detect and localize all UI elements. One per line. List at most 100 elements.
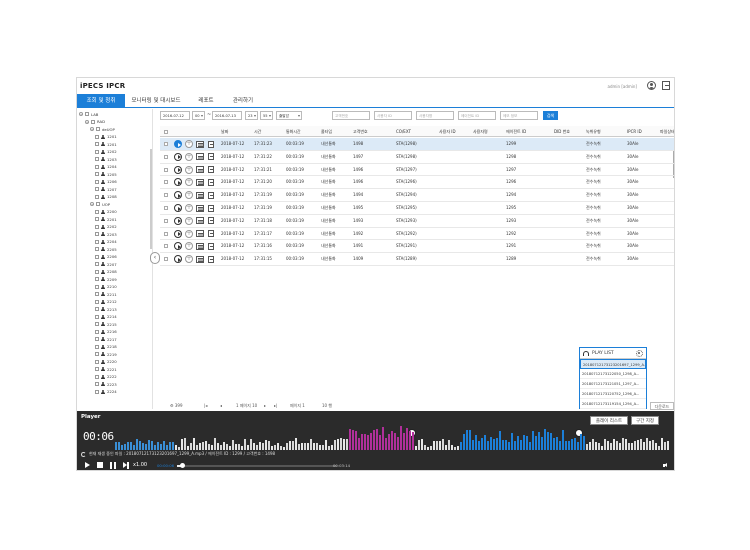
add-to-playlist-icon[interactable]: + bbox=[185, 255, 193, 264]
call-type-select[interactable]: 출발압 bbox=[276, 111, 302, 120]
customer-number-input[interactable]: 고객번호 bbox=[332, 111, 370, 120]
tree-checkbox[interactable] bbox=[95, 359, 99, 364]
tree-item[interactable]: 1202 bbox=[95, 149, 117, 155]
tree-scrollbar[interactable] bbox=[150, 149, 152, 249]
column-header[interactable]: 콜타입 bbox=[321, 126, 332, 137]
row-checkbox[interactable] bbox=[164, 167, 168, 172]
tree-checkbox[interactable] bbox=[95, 352, 99, 356]
tree-item[interactable]: − UOP bbox=[90, 201, 110, 207]
tree-item[interactable]: 2207 bbox=[95, 261, 117, 267]
page-number[interactable]: 페이지 1 bbox=[290, 401, 305, 411]
playlist-item[interactable]: 20180712173119154_1294_A... bbox=[580, 399, 646, 409]
tree-item[interactable]: 2206 bbox=[95, 254, 117, 260]
tree-item[interactable]: 2215 bbox=[95, 321, 117, 327]
memo-input[interactable]: 메모 정보 bbox=[500, 111, 538, 120]
tree-item[interactable]: 1206 bbox=[95, 179, 117, 185]
row-checkbox[interactable] bbox=[164, 244, 168, 249]
tree-item[interactable]: 2218 bbox=[95, 344, 117, 350]
tree-item[interactable]: − LAB bbox=[79, 111, 98, 117]
add-to-playlist-icon[interactable]: + bbox=[185, 165, 193, 174]
expand-toggle-icon[interactable]: − bbox=[90, 127, 94, 131]
table-row[interactable]: +2018-07-12 17:31:15 00:03:19 내선통화 1409 STA(1… bbox=[160, 253, 674, 266]
row-checkbox[interactable] bbox=[164, 142, 168, 146]
tree-item[interactable]: 2208 bbox=[95, 269, 117, 275]
tree-checkbox[interactable] bbox=[95, 284, 99, 289]
tree-item[interactable]: 2216 bbox=[95, 329, 117, 335]
tree-item[interactable]: 2223 bbox=[95, 381, 117, 387]
tree-item[interactable]: 2203 bbox=[95, 231, 117, 237]
document-icon[interactable] bbox=[208, 191, 214, 199]
tree-checkbox[interactable] bbox=[95, 172, 99, 176]
volume-icon[interactable] bbox=[663, 463, 669, 468]
tree-item[interactable]: 2217 bbox=[95, 336, 117, 342]
tree-checkbox[interactable] bbox=[95, 374, 99, 379]
play-icon[interactable] bbox=[174, 255, 182, 264]
tree-item[interactable]: 2224 bbox=[95, 389, 117, 395]
tree-checkbox[interactable] bbox=[95, 292, 99, 296]
tree-item[interactable]: 1201 bbox=[95, 141, 117, 147]
tree-checkbox[interactable] bbox=[95, 149, 99, 154]
next-page-button[interactable]: ▸ bbox=[264, 401, 266, 411]
row-checkbox[interactable] bbox=[164, 206, 168, 210]
document-icon[interactable] bbox=[208, 166, 214, 174]
tree-checkbox[interactable] bbox=[95, 224, 99, 229]
tree-checkbox[interactable] bbox=[95, 157, 99, 161]
tree-checkbox[interactable] bbox=[85, 112, 89, 116]
tree-checkbox[interactable] bbox=[95, 232, 99, 236]
tree-checkbox[interactable] bbox=[95, 329, 99, 334]
logout-icon[interactable] bbox=[662, 81, 670, 90]
playlist-button[interactable]: 플레이 리스트 bbox=[590, 416, 628, 425]
tree-item[interactable]: − deUOP bbox=[90, 126, 115, 132]
tree-checkbox[interactable] bbox=[95, 277, 99, 281]
tree-item[interactable]: 2202 bbox=[95, 224, 117, 230]
add-to-playlist-icon[interactable]: + bbox=[185, 178, 193, 187]
gear-icon[interactable] bbox=[636, 350, 643, 357]
tree-item[interactable]: 1204 bbox=[95, 164, 117, 170]
column-header[interactable]: 통화시간 bbox=[286, 126, 301, 137]
memo-icon[interactable] bbox=[196, 242, 204, 250]
end-hour-select[interactable]: 23 bbox=[245, 111, 258, 120]
column-header[interactable]: 사용자명 bbox=[473, 126, 488, 137]
document-icon[interactable] bbox=[208, 204, 214, 212]
play-icon[interactable] bbox=[174, 204, 182, 212]
tree-item[interactable]: 2205 bbox=[95, 246, 117, 252]
column-header[interactable]: 사용자 ID bbox=[439, 126, 456, 137]
playlist-item[interactable]: 20180712173122050_1298_A... bbox=[580, 369, 646, 379]
memo-icon[interactable] bbox=[196, 204, 204, 212]
play-icon[interactable] bbox=[85, 462, 90, 468]
playlist-item[interactable]: 20180712173123201697_1299_A... bbox=[580, 359, 646, 369]
add-to-playlist-icon[interactable]: + bbox=[185, 152, 193, 161]
tree-item[interactable]: 1205 bbox=[95, 171, 117, 177]
tree-checkbox[interactable] bbox=[95, 247, 99, 251]
tree-checkbox[interactable] bbox=[95, 142, 99, 146]
memo-icon[interactable] bbox=[196, 166, 204, 174]
add-to-playlist-icon[interactable]: + bbox=[185, 191, 193, 200]
progress-bar[interactable] bbox=[177, 463, 337, 468]
expand-toggle-icon[interactable]: − bbox=[90, 202, 94, 206]
tab-monitoring-dashboard[interactable]: 모니터링 및 대시보드 bbox=[127, 94, 185, 108]
play-icon[interactable] bbox=[174, 178, 182, 187]
play-icon[interactable] bbox=[174, 216, 182, 225]
tree-checkbox[interactable] bbox=[95, 382, 99, 386]
playlist-item[interactable]: 20180712173121051_1297_A... bbox=[580, 379, 646, 389]
range-select-button[interactable]: 구간 지정 bbox=[631, 416, 659, 425]
expand-toggle-icon[interactable]: − bbox=[85, 119, 89, 124]
column-header[interactable]: IPCR ID bbox=[627, 126, 642, 137]
tree-item[interactable]: 2222 bbox=[95, 374, 117, 380]
tree-item[interactable]: 2221 bbox=[95, 366, 117, 372]
tree-checkbox[interactable] bbox=[95, 194, 99, 199]
tree-checkbox[interactable] bbox=[95, 134, 99, 139]
collapse-panel-button[interactable]: ‹ bbox=[150, 252, 160, 264]
tab-admin[interactable]: 관리하기 bbox=[225, 94, 261, 108]
refresh-icon[interactable] bbox=[81, 451, 86, 457]
prev-page-button[interactable]: ◂ bbox=[220, 401, 222, 411]
column-header[interactable]: 파일상태 bbox=[660, 126, 674, 137]
tree-item[interactable]: 2211 bbox=[95, 291, 117, 297]
table-row[interactable]: +2018-07-12 17:31:16 00:03:19 내선통화 1491 STA(1… bbox=[160, 240, 674, 254]
tree-checkbox[interactable] bbox=[95, 217, 99, 221]
memo-icon[interactable] bbox=[196, 178, 204, 186]
tree-checkbox[interactable] bbox=[95, 314, 99, 319]
tab-report[interactable]: 레포트 bbox=[187, 94, 225, 108]
document-icon[interactable] bbox=[208, 255, 214, 263]
row-checkbox[interactable] bbox=[164, 180, 168, 185]
